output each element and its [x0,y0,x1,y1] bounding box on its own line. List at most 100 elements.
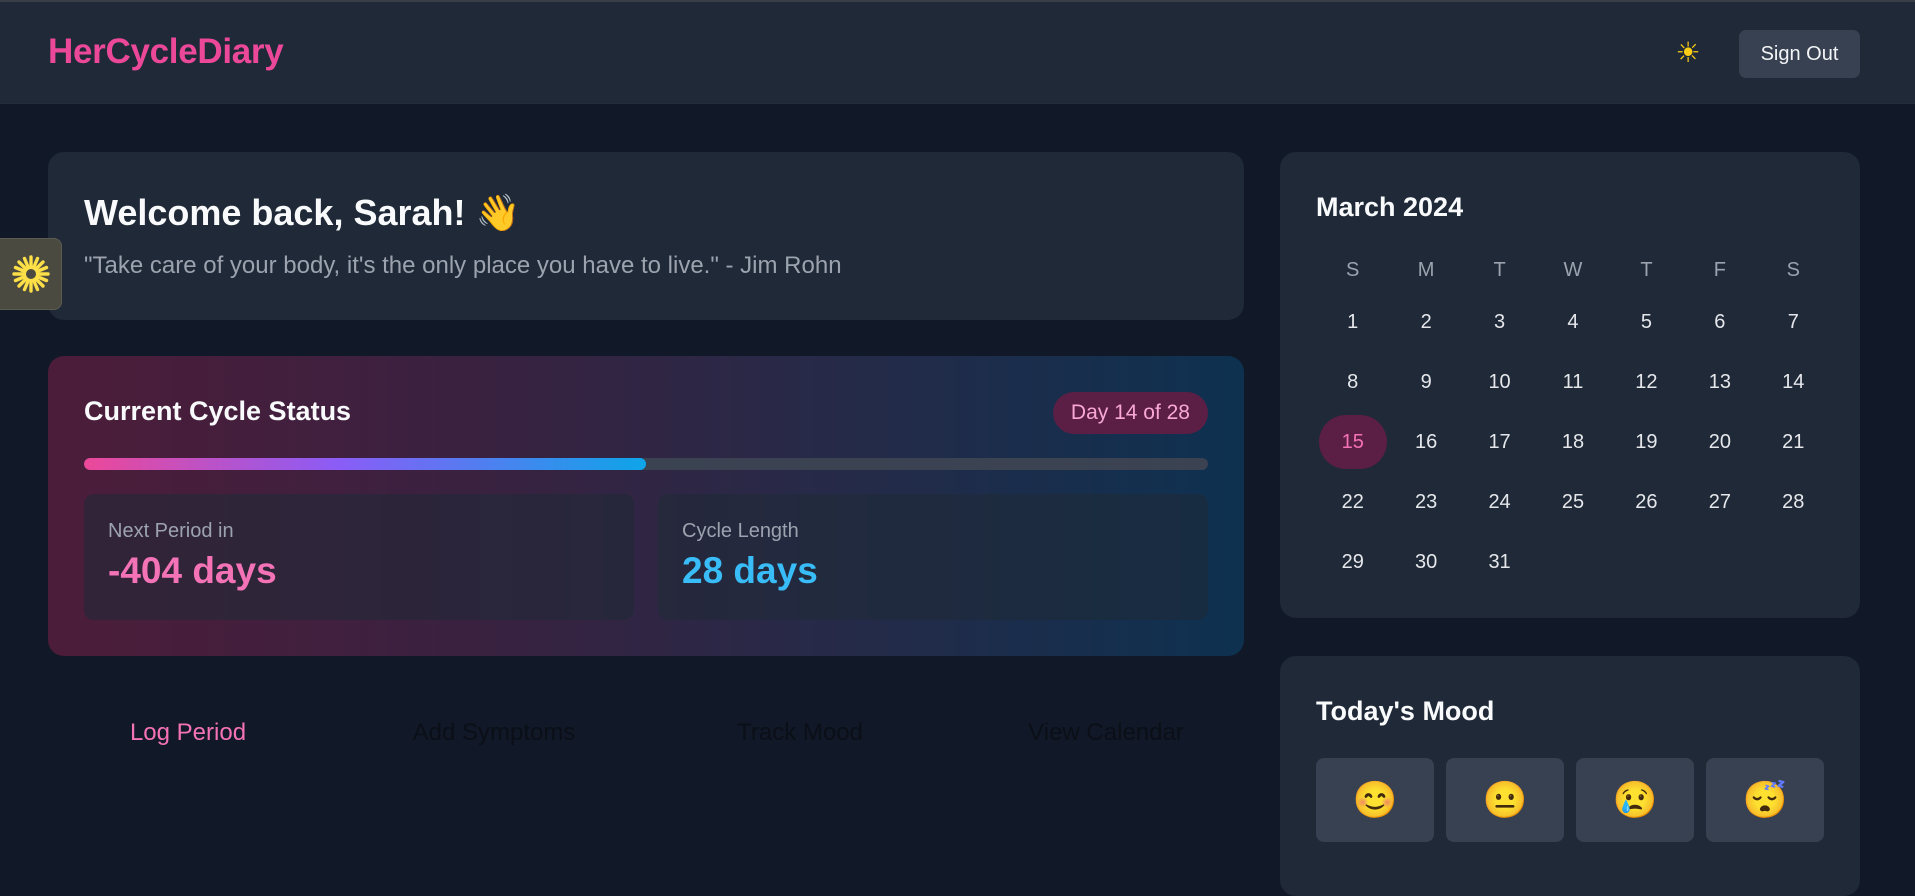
calendar-day-number: 27 [1708,490,1731,513]
motivational-quote: "Take care of your body, it's the only p… [84,252,842,279]
calendar-day[interactable]: 26 [1610,472,1683,532]
mood-option-button[interactable]: 😴 [1706,758,1824,842]
cycle-status-card: Current Cycle Status Day 14 of 28 Next P… [48,356,1244,656]
calendar-grid: S M T W T F S 1 2 3 4 5 6 7 8 9 10 11 12 13 14 15 16 17 18 19 20 21… [1316,248,1830,592]
calendar-day-number: 26 [1635,490,1658,513]
app-logo[interactable]: HerCycleDiary [48,32,284,72]
next-period-value: -404 days [108,550,277,591]
calendar-day-number: 16 [1415,430,1438,453]
calendar-day[interactable]: 21 [1757,412,1830,472]
calendar-day[interactable]: 5 [1610,292,1683,352]
calendar-day[interactable]: 14 [1757,352,1830,412]
welcome-card: Welcome back, Sarah! 👋 "Take care of you… [48,152,1244,320]
cycle-progress-bar [84,458,1208,470]
mood-title: Today's Mood [1316,696,1495,726]
cycle-day-badge: Day 14 of 28 [1052,392,1208,434]
calendar-day-number: 24 [1488,490,1511,513]
calendar-day[interactable]: 3 [1463,292,1536,352]
next-period-label: Next Period in [108,520,234,542]
calendar-day[interactable]: 1 [1316,292,1389,352]
calendar-day-number: 17 [1488,430,1511,453]
calendar-day[interactable]: 29 [1316,532,1389,592]
sun-icon[interactable]: ☀ [1672,36,1704,68]
weekday-header: M [1417,258,1435,281]
crying-face-icon: 😢 [1612,779,1658,820]
calendar-day-number: 7 [1787,310,1799,333]
calendar-day[interactable]: 11 [1536,352,1609,412]
weekday-header: T [1640,258,1653,281]
weekday-header: S [1786,258,1800,281]
calendar-day[interactable]: 30 [1389,532,1462,592]
calendar-day[interactable]: 24 [1463,472,1536,532]
calendar-day[interactable]: 4 [1536,292,1609,352]
calendar-day[interactable]: 20 [1683,412,1756,472]
calendar-day-number: 6 [1714,310,1726,333]
calendar-day-today[interactable]: 15 [1316,412,1389,472]
side-widget-tab[interactable] [0,238,62,310]
calendar-day-number: 31 [1488,550,1511,573]
calendar-day-number: 19 [1635,430,1658,453]
happy-face-icon: 😊 [1352,779,1398,820]
mood-option-button[interactable]: 😢 [1576,758,1694,842]
calendar-day-number: 20 [1708,430,1731,453]
calendar-day[interactable]: 2 [1389,292,1462,352]
log-period-button[interactable]: Log Period [58,708,318,758]
calendar-day[interactable]: 7 [1757,292,1830,352]
calendar-day-number: 13 [1708,370,1731,393]
sleepy-face-icon: 😴 [1742,779,1788,820]
calendar-day[interactable]: 9 [1389,352,1462,412]
calendar-card: March 2024 S M T W T F S 1 2 3 4 5 6 7 8 9 10 11 12 13 14 15 1… [1280,152,1860,618]
calendar-day-number: 5 [1640,310,1652,333]
mood-card: Today's Mood 😊 😐 😢 😴 [1280,656,1860,896]
calendar-day[interactable]: 19 [1610,412,1683,472]
calendar-day[interactable]: 23 [1389,472,1462,532]
track-mood-button[interactable]: Track Mood [670,708,930,758]
mood-option-button[interactable]: 😐 [1446,758,1564,842]
calendar-day[interactable]: 22 [1316,472,1389,532]
calendar-day[interactable]: 8 [1316,352,1389,412]
cycle-length-label: Cycle Length [682,520,799,542]
weekday-header: T [1493,258,1506,281]
cycle-length-value: 28 days [682,550,818,591]
add-symptoms-button[interactable]: Add Symptoms [364,708,624,758]
calendar-day[interactable]: 27 [1683,472,1756,532]
cycle-status-title: Current Cycle Status [84,396,352,426]
calendar-day[interactable]: 25 [1536,472,1609,532]
calendar-day[interactable]: 6 [1683,292,1756,352]
cycle-length-stat: Cycle Length 28 days [658,494,1208,620]
calendar-day-number: 29 [1341,550,1364,573]
calendar-day[interactable]: 17 [1463,412,1536,472]
next-period-stat: Next Period in -404 days [84,494,634,620]
calendar-day-number: 23 [1415,490,1438,513]
calendar-day-number: 11 [1562,370,1584,393]
sign-out-button[interactable]: Sign Out [1739,30,1860,78]
calendar-day-number: 2 [1420,310,1432,333]
view-calendar-button[interactable]: View Calendar [976,708,1236,758]
calendar-day[interactable]: 12 [1610,352,1683,412]
top-navbar: HerCycleDiary ☀ Sign Out [0,2,1915,104]
calendar-day-number: 18 [1561,430,1585,453]
calendar-day-number: 15 [1318,415,1387,469]
mood-option-button[interactable]: 😊 [1316,758,1434,842]
calendar-day-number: 28 [1782,490,1805,513]
calendar-day[interactable]: 31 [1463,532,1536,592]
weekday-header: W [1563,258,1583,281]
calendar-day-number: 1 [1347,310,1359,333]
asterisk-icon [11,255,50,293]
calendar-day[interactable]: 16 [1389,412,1462,472]
calendar-day[interactable]: 18 [1536,412,1609,472]
calendar-day-number: 4 [1567,310,1579,333]
weekday-header: S [1346,258,1360,281]
calendar-month-title: March 2024 [1316,192,1464,222]
calendar-day-number: 8 [1347,370,1359,393]
calendar-day-number: 21 [1782,430,1805,453]
calendar-day-number: 22 [1341,490,1364,513]
mood-options: 😊 😐 😢 😴 [1316,758,1824,842]
calendar-day-number: 3 [1494,310,1506,333]
calendar-day[interactable]: 13 [1683,352,1756,412]
calendar-day[interactable]: 10 [1463,352,1536,412]
calendar-day-number: 10 [1488,370,1511,393]
calendar-day-number: 12 [1635,370,1658,393]
weekday-header: F [1713,258,1726,281]
calendar-day[interactable]: 28 [1757,472,1830,532]
